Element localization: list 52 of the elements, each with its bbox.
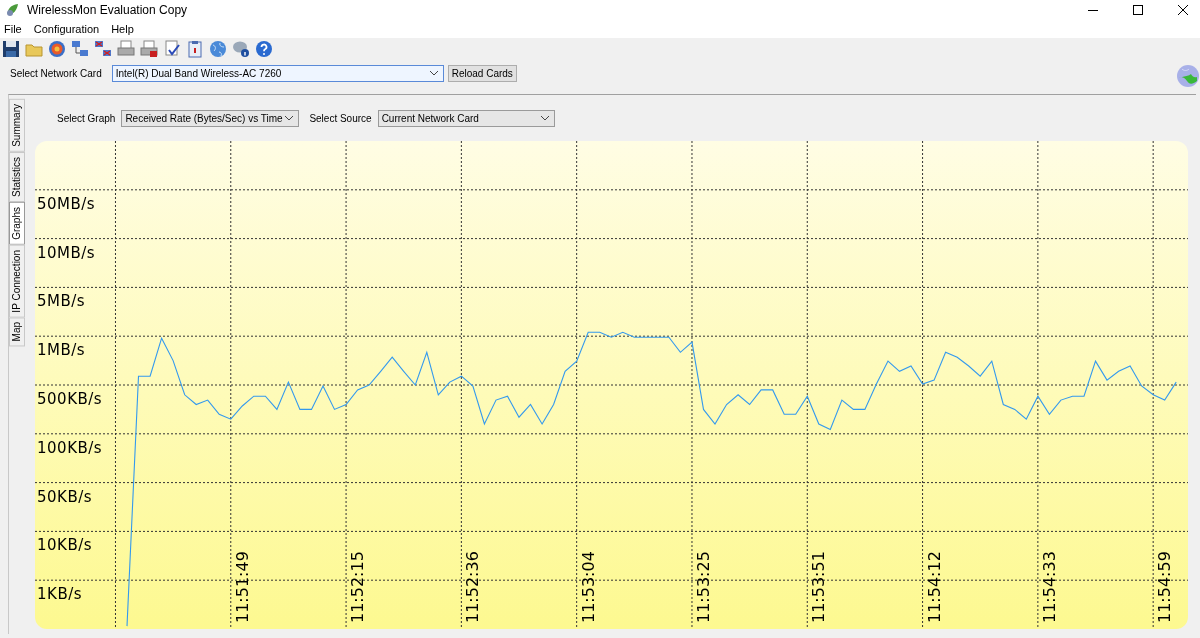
maximize-icon[interactable] — [1133, 5, 1143, 15]
target-icon[interactable] — [48, 40, 66, 58]
y-axis-label: 100KB/s — [37, 438, 103, 457]
y-axis-label: 1KB/s — [37, 585, 83, 604]
chevron-down-icon — [540, 115, 549, 121]
reload-cards-button[interactable]: Reload Cards — [447, 64, 517, 82]
network-computers-icon[interactable] — [71, 40, 89, 58]
printer-icon[interactable] — [117, 40, 135, 58]
document-check-icon[interactable] — [163, 40, 181, 58]
side-tab[interactable]: Statistics — [9, 151, 25, 202]
time-label: 11:52:36 — [463, 551, 483, 623]
y-axis-label: 50KB/s — [37, 487, 93, 506]
chat-info-icon[interactable] — [232, 40, 250, 58]
time-label: 11:52:15 — [348, 551, 368, 623]
network-card-dropdown[interactable]: Intel(R) Dual Band Wireless-AC 7260 — [111, 64, 444, 82]
time-label: 11:53:51 — [809, 551, 829, 623]
menu-item[interactable]: Help — [111, 23, 134, 35]
help-icon[interactable] — [255, 40, 273, 58]
chevron-down-icon — [429, 70, 438, 76]
side-tab[interactable]: Graphs — [9, 201, 25, 245]
time-label: 11:53:25 — [693, 551, 713, 623]
globe-logo-icon — [1176, 64, 1200, 88]
menu-item[interactable]: File — [4, 23, 22, 35]
time-label: 11:54:33 — [1039, 551, 1059, 623]
window-title: WirelessMon Evaluation Copy — [27, 3, 188, 17]
select-graph-label: Select Graph — [57, 112, 116, 124]
time-label: 11:54:12 — [924, 551, 944, 623]
select-source-label: Select Source — [309, 112, 372, 124]
printer-icon[interactable] — [140, 40, 158, 58]
time-label: 11:54:59 — [1155, 551, 1175, 623]
app-logo-icon — [5, 2, 21, 18]
side-tab[interactable]: Summary — [9, 99, 25, 152]
save-icon[interactable] — [2, 40, 20, 58]
source-dropdown[interactable]: Current Network Card — [377, 109, 555, 127]
menu-item[interactable]: Configuration — [33, 23, 100, 35]
close-icon[interactable] — [1178, 5, 1188, 15]
y-axis-label: 10MB/s — [37, 243, 96, 262]
graph-dropdown[interactable]: Received Rate (Bytes/Sec) vs Time — [121, 109, 300, 127]
y-axis-label: 500KB/s — [37, 390, 103, 408]
side-tab[interactable]: IP Connection — [9, 244, 25, 318]
y-axis-label: 50MB/s — [37, 194, 96, 213]
time-label: 11:53:04 — [578, 551, 598, 623]
side-tab[interactable]: Map — [9, 317, 25, 347]
clipboard-icon[interactable] — [186, 40, 204, 58]
network-card-label: Select Network Card — [10, 67, 102, 79]
chevron-down-icon — [285, 115, 294, 121]
disconnect-icon[interactable] — [94, 40, 112, 58]
y-axis-label: 10KB/s — [37, 536, 93, 555]
time-label: 11:51:49 — [232, 551, 252, 623]
y-axis-label: 1MB/s — [37, 341, 86, 360]
globe-icon[interactable] — [209, 40, 227, 58]
y-axis-label: 5MB/s — [37, 292, 86, 311]
